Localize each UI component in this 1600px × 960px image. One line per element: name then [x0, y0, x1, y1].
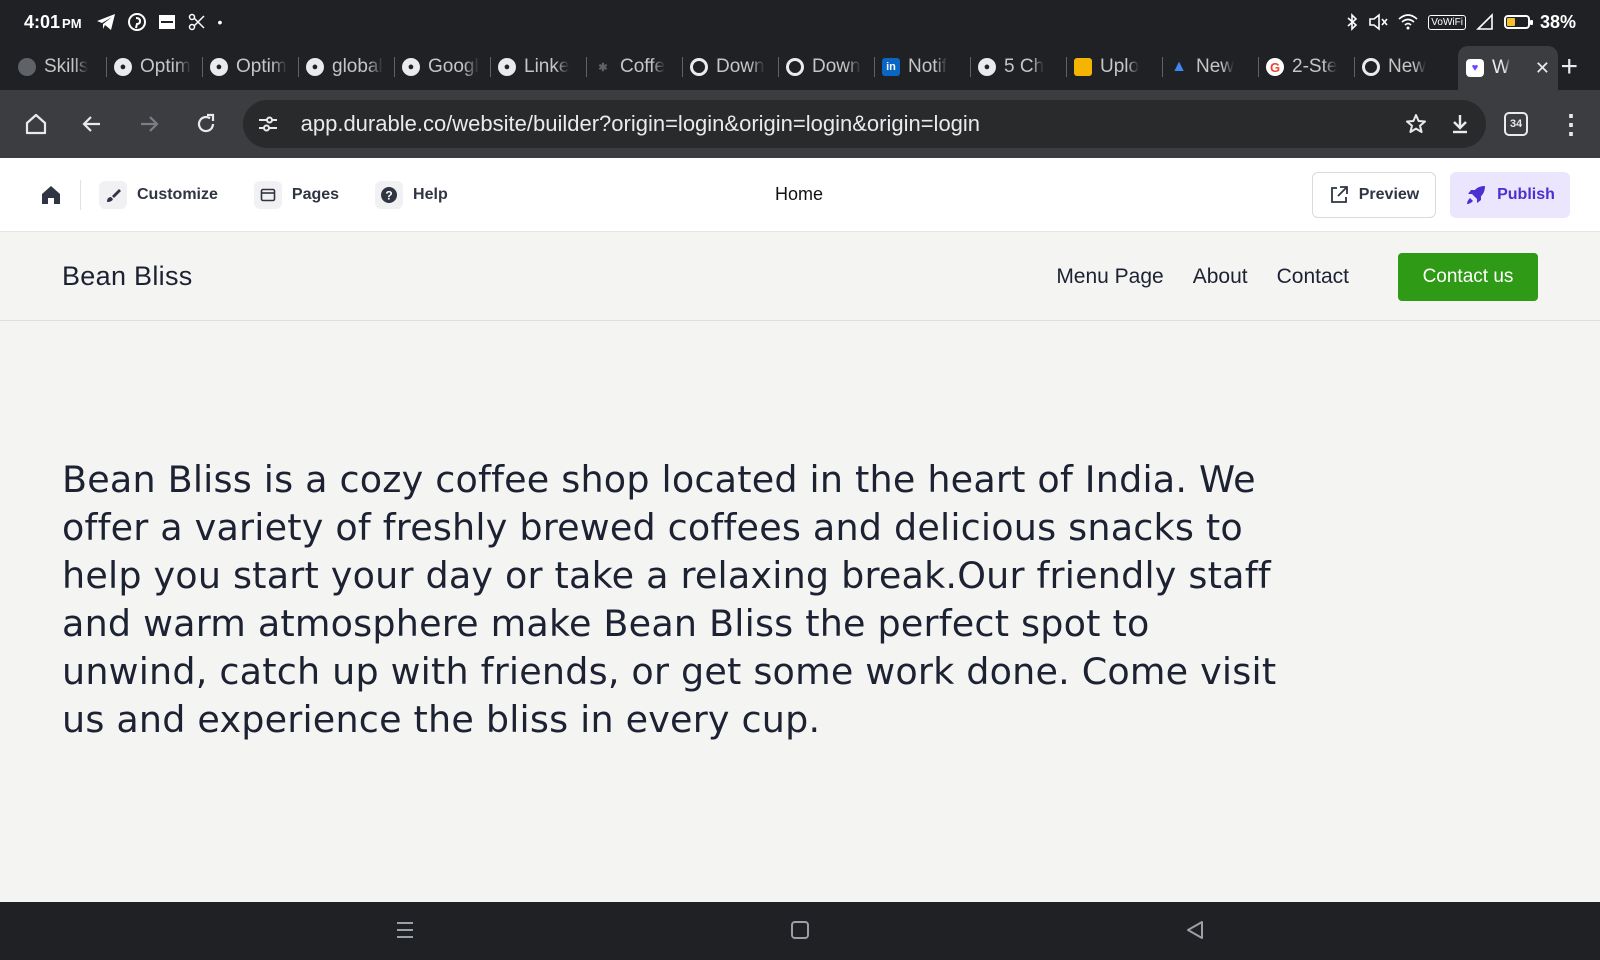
browser-tab[interactable]: Uplo — [1066, 47, 1162, 87]
globe-icon: ● — [402, 58, 420, 76]
linkedin-icon: in — [882, 58, 900, 76]
close-tab-icon[interactable]: ✕ — [1535, 58, 1550, 79]
pinterest-icon — [127, 13, 146, 31]
vowifi-badge: VoWiFi — [1428, 14, 1466, 30]
download-icon[interactable] — [1448, 112, 1472, 136]
status-bar: 4:01 PM • VoWiFi 38% — [0, 0, 1600, 44]
brush-icon — [99, 180, 127, 209]
pages-button[interactable]: Pages — [253, 180, 339, 209]
battery-level: 38% — [1539, 11, 1576, 32]
current-page-title[interactable]: Home — [775, 184, 823, 205]
about-section: Bean Bliss is a cozy coffee shop located… — [0, 322, 1600, 902]
new-tab-icon[interactable]: + — [1560, 50, 1578, 84]
globe-icon: ● — [114, 58, 132, 76]
browser-tab[interactable]: ● 5 Ch — [970, 47, 1066, 87]
browser-tab[interactable]: ● Optim — [106, 47, 202, 87]
telegram-icon — [96, 14, 115, 30]
customize-button[interactable]: Customize — [99, 180, 218, 209]
browser-tab[interactable]: Down — [682, 47, 778, 87]
site-header: Bean Bliss Menu Page About Contact Conta… — [0, 233, 1600, 321]
system-nav-bar — [0, 902, 1600, 960]
address-bar[interactable]: app.durable.co/website/builder?origin=lo… — [242, 100, 1487, 148]
upload-icon — [1074, 58, 1092, 76]
site-nav: Menu Page About Contact Contact us — [1056, 252, 1538, 301]
preview-button[interactable]: Preview — [1312, 171, 1436, 218]
recent-apps-icon[interactable] — [396, 920, 414, 940]
browser-tab[interactable]: ▲ New — [1162, 47, 1258, 87]
browser-tab[interactable]: ● global — [298, 47, 394, 87]
help-button[interactable]: ? Help — [375, 180, 448, 209]
browser-tab[interactable]: G 2-Ste — [1258, 47, 1354, 87]
publish-button[interactable]: Publish — [1450, 171, 1570, 218]
site-logo-text[interactable]: Bean Bliss — [62, 261, 193, 292]
site-settings-icon[interactable] — [257, 114, 285, 134]
builder-toolbar: Customize Pages ? Help Home Preview Publ… — [0, 158, 1600, 232]
help-icon: ? — [375, 180, 404, 209]
reload-icon[interactable] — [186, 104, 226, 144]
battery-icon — [1503, 15, 1533, 29]
tab-strip: Skills ● Optim ● Optim ● global ● Googl ● Lin… — [0, 44, 1600, 90]
home-square-icon[interactable] — [791, 920, 809, 940]
bookmark-star-icon[interactable] — [1404, 112, 1428, 136]
forward-arrow-icon[interactable] — [129, 104, 169, 144]
clock: 4:01 PM — [24, 11, 82, 32]
rocket-icon — [1467, 185, 1486, 204]
browser-toolbar: app.durable.co/website/builder?origin=lo… — [0, 90, 1600, 158]
globe-icon: ● — [210, 58, 228, 76]
bluetooth-icon — [1347, 13, 1358, 31]
durable-icon: ♥ — [1466, 59, 1484, 77]
ads-icon: ▲ — [1171, 58, 1187, 75]
signal-icon — [1476, 13, 1493, 30]
tab-switcher-button[interactable]: 34 — [1504, 112, 1528, 136]
notification-dot-icon: • — [217, 14, 223, 30]
browser-tab[interactable]: ● Optim — [202, 47, 298, 87]
external-link-icon — [1330, 185, 1348, 203]
nav-link-about[interactable]: About — [1193, 265, 1248, 289]
url-text[interactable]: app.durable.co/website/builder?origin=lo… — [301, 111, 980, 137]
google-icon: G — [1266, 58, 1284, 76]
builder-home-icon[interactable] — [30, 174, 72, 216]
coffee-icon: ✱ — [598, 61, 608, 74]
svg-text:?: ? — [385, 188, 392, 202]
browser-tab[interactable]: ✱ Coffe — [586, 47, 682, 87]
nav-link-contact[interactable]: Contact — [1277, 265, 1349, 289]
scissors-icon — [188, 13, 205, 31]
browser-tab[interactable]: New — [1354, 47, 1450, 87]
browser-tab[interactable]: Down — [778, 47, 874, 87]
nav-link-menu-page[interactable]: Menu Page — [1056, 265, 1163, 289]
back-arrow-icon[interactable] — [73, 104, 113, 144]
browser-tab[interactable]: Skills — [10, 47, 106, 87]
more-menu-icon[interactable]: ⋮ — [1558, 111, 1584, 137]
divider — [80, 179, 81, 210]
globe-icon: ● — [498, 58, 516, 76]
browser-tab[interactable]: ● Linke — [490, 47, 586, 87]
chrome-icon — [1362, 58, 1380, 76]
chrome-icon — [786, 58, 804, 76]
page-window-icon — [253, 180, 282, 209]
home-icon[interactable] — [16, 104, 56, 144]
globe-icon: ● — [306, 58, 324, 76]
chrome-icon — [690, 58, 708, 76]
browser-tab-active[interactable]: ♥ W ✕ — [1458, 46, 1558, 90]
wifi-icon — [1398, 14, 1418, 30]
mute-icon — [1369, 13, 1388, 31]
globe-icon — [18, 58, 36, 76]
about-paragraph[interactable]: Bean Bliss is a cozy coffee shop located… — [62, 456, 1292, 744]
browser-tab[interactable]: ● Googl — [394, 47, 490, 87]
globe-icon: ● — [978, 58, 996, 76]
browser-tab[interactable]: in Notif — [874, 47, 970, 87]
news-icon — [158, 15, 175, 29]
contact-us-button[interactable]: Contact us — [1398, 252, 1538, 301]
back-triangle-icon[interactable] — [1186, 920, 1204, 940]
